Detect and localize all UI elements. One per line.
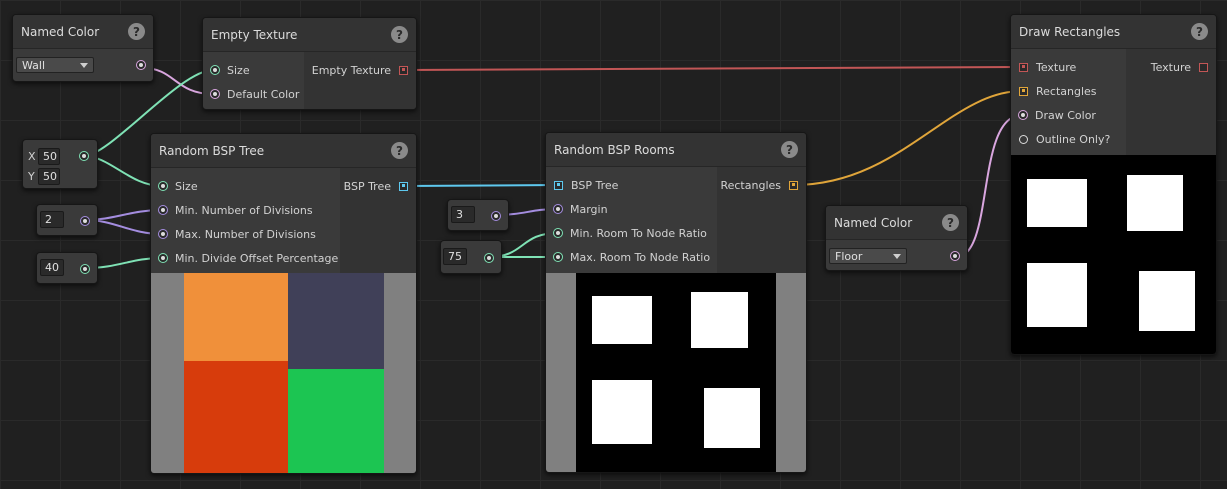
bsp-tree-input-port[interactable]	[554, 180, 563, 190]
bsp-rooms-preview	[546, 273, 806, 472]
port-label-texture-out: Texture	[1150, 60, 1191, 74]
port-label-rectangles: Rectangles	[720, 178, 781, 192]
random-bsp-rooms-node[interactable]: Random BSP Rooms ? BSP Tree Margin Min. …	[545, 132, 807, 473]
room-rect	[691, 292, 748, 348]
int-input-node-offset[interactable]: 40	[36, 252, 98, 284]
bsp-tree-output-port[interactable]	[399, 181, 408, 191]
port-label-size: Size	[175, 179, 198, 193]
y-field[interactable]: 50	[38, 168, 60, 185]
named-color-node-floor[interactable]: Named Color ? Floor	[825, 205, 968, 271]
texture-input-port[interactable]	[1019, 62, 1028, 72]
int-output-port[interactable]	[81, 217, 89, 225]
node-title: Random BSP Rooms	[554, 142, 675, 157]
dropdown-value: Wall	[22, 58, 46, 72]
port-label-empty-texture: Empty Texture	[311, 63, 391, 77]
bsp-cell-green	[288, 369, 384, 473]
x-label: X	[28, 150, 36, 163]
bsp-tree-preview	[151, 273, 416, 473]
default-color-input-port[interactable]	[211, 90, 219, 98]
draw-rectangles-node[interactable]: Draw Rectangles ? Texture Rectangles Dra…	[1010, 14, 1217, 355]
help-icon[interactable]: ?	[1191, 23, 1208, 40]
min-ratio-input-port[interactable]	[554, 229, 562, 237]
node-title: Named Color	[834, 215, 913, 230]
room-rect	[704, 388, 760, 448]
node-title: Draw Rectangles	[1019, 24, 1121, 39]
port-label-default-color: Default Color	[227, 87, 300, 101]
x-field[interactable]: 50	[38, 148, 60, 165]
port-label-outline-only: Outline Only?	[1036, 132, 1111, 146]
dropdown-value: Floor	[835, 249, 863, 263]
room-rect	[1027, 179, 1087, 227]
size-input-port[interactable]	[159, 182, 167, 190]
wire-bsp-tree	[404, 184, 559, 187]
chevron-down-icon	[893, 253, 901, 259]
room-rect	[1139, 271, 1195, 331]
port-label-draw-color: Draw Color	[1035, 108, 1096, 122]
port-label-bsp-tree: BSP Tree	[571, 178, 619, 192]
int-output-port[interactable]	[81, 265, 89, 273]
rectangles-output-port[interactable]	[789, 180, 798, 190]
port-label-min-divisions: Min. Number of Divisions	[175, 203, 313, 217]
node-title: Random BSP Tree	[159, 143, 265, 158]
bsp-cell-slate	[288, 273, 384, 369]
outline-only-input-port[interactable]	[1019, 134, 1028, 144]
offset-percentage-input-port[interactable]	[159, 254, 167, 262]
vector-output-port[interactable]	[80, 152, 88, 160]
empty-texture-node[interactable]: Empty Texture ? Size Default Color Empty…	[202, 17, 417, 110]
named-color-node-wall[interactable]: Named Color ? Wall	[12, 14, 154, 82]
help-icon[interactable]: ?	[781, 141, 798, 158]
max-divisions-input-port[interactable]	[159, 230, 167, 238]
room-rect	[592, 380, 652, 444]
texture-output-port[interactable]	[399, 65, 408, 75]
room-rect	[592, 296, 652, 344]
color-name-dropdown[interactable]: Wall	[16, 57, 94, 73]
port-label-margin: Margin	[570, 202, 608, 216]
chevron-down-icon	[80, 62, 88, 68]
help-icon[interactable]: ?	[391, 26, 408, 43]
port-label-min-ratio: Min. Room To Node Ratio	[570, 226, 707, 240]
int-output-port[interactable]	[492, 212, 500, 220]
port-label-texture: Texture	[1036, 60, 1077, 74]
value-field[interactable]: 40	[40, 259, 64, 276]
int-input-node-margin[interactable]: 3	[447, 199, 509, 231]
port-label-rectangles: Rectangles	[1036, 84, 1097, 98]
node-title: Empty Texture	[211, 27, 298, 42]
color-output-port[interactable]	[137, 61, 145, 69]
port-label-size: Size	[227, 63, 250, 77]
bsp-cell-orange	[184, 273, 288, 361]
draw-color-input-port[interactable]	[1019, 111, 1027, 119]
port-label-max-divisions: Max. Number of Divisions	[175, 227, 316, 241]
port-label-offset-percentage: Min. Divide Offset Percentage	[175, 251, 339, 265]
help-icon[interactable]: ?	[128, 23, 145, 40]
port-label-max-ratio: Max. Room To Node Ratio	[570, 250, 711, 264]
color-output-port[interactable]	[951, 252, 959, 260]
help-icon[interactable]: ?	[942, 214, 959, 231]
bsp-cell-red	[184, 361, 288, 473]
value-field[interactable]: 2	[40, 211, 64, 228]
wire-rectangles	[793, 90, 1023, 186]
value-field[interactable]: 3	[451, 206, 475, 223]
rooms-canvas	[576, 273, 776, 472]
room-rect	[1127, 175, 1183, 231]
random-bsp-tree-node[interactable]: Random BSP Tree ? Size Min. Number of Di…	[150, 133, 417, 474]
y-label: Y	[28, 170, 35, 183]
vector2-input-node[interactable]: X 50 Y 50	[22, 139, 98, 189]
max-ratio-input-port[interactable]	[554, 253, 562, 261]
int-input-node-divisions[interactable]: 2	[36, 204, 98, 236]
size-input-port[interactable]	[211, 66, 219, 74]
value-field[interactable]: 75	[443, 248, 467, 265]
int-output-port[interactable]	[485, 254, 493, 262]
margin-input-port[interactable]	[554, 205, 562, 213]
min-divisions-input-port[interactable]	[159, 206, 167, 214]
draw-rectangles-preview	[1011, 155, 1216, 354]
texture-output-port[interactable]	[1199, 62, 1208, 72]
color-name-dropdown[interactable]: Floor	[829, 248, 907, 264]
node-title: Named Color	[21, 24, 100, 39]
port-label-bsp-tree: BSP Tree	[343, 179, 391, 193]
room-rect	[1027, 263, 1087, 327]
rectangles-input-port[interactable]	[1019, 86, 1028, 96]
wire-texture-to-draw	[403, 66, 1023, 71]
help-icon[interactable]: ?	[391, 142, 408, 159]
int-input-node-ratio[interactable]: 75	[440, 240, 502, 274]
